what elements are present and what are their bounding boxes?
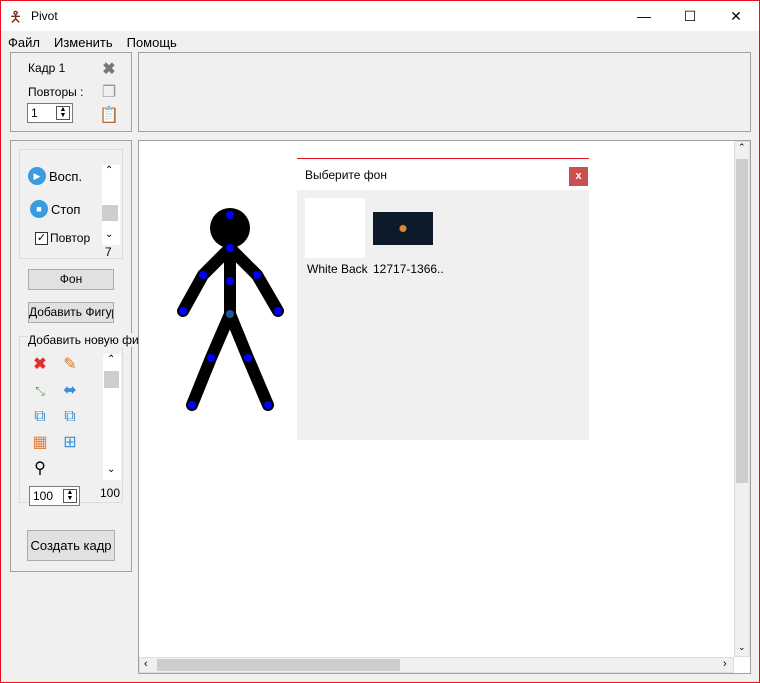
timeline-panel <box>138 52 751 132</box>
maximize-button[interactable]: ☐ <box>667 1 713 31</box>
dialog-close-button[interactable]: x <box>569 167 588 186</box>
scale-value: 100 <box>33 489 54 503</box>
scale-readout: 100 <box>100 486 121 500</box>
send-back-icon[interactable]: ⧉ <box>60 407 80 427</box>
horizontal-scrollbar[interactable]: ‹ › <box>139 657 734 673</box>
stop-icon[interactable]: ■ <box>30 200 48 218</box>
frame-label: Кадр 1 <box>28 61 66 75</box>
stepper-arrows-icon[interactable]: ▲ ▼ <box>63 489 77 503</box>
speed-value: 7 <box>105 245 112 259</box>
scale-stepper[interactable]: 100 ▲ ▼ <box>29 486 80 506</box>
chevron-right-icon[interactable]: › <box>723 658 727 670</box>
vertical-scrollbar[interactable]: ⌃ ⌄ <box>734 141 750 657</box>
frame-panel: Кадр 1 Повторы : 1 ▲ ▼ ✖ ❐ 📋 <box>10 52 132 132</box>
dialog-title: Выберите фон <box>305 168 387 182</box>
delete-frame-icon[interactable]: ✖ <box>99 60 119 80</box>
delete-figure-icon[interactable]: ✖ <box>30 355 50 375</box>
repeats-stepper[interactable]: 1 ▲ ▼ <box>27 103 73 123</box>
chevron-up-icon[interactable]: ⌃ <box>107 354 115 365</box>
background-button[interactable]: Фон <box>28 269 114 290</box>
bg-label-space[interactable]: 12717-1366.. <box>373 262 444 276</box>
menu-file[interactable]: Файл <box>8 35 40 50</box>
add-figure-button[interactable]: Добавить Фигуру <box>28 302 114 323</box>
chevron-down-icon[interactable]: ⌄ <box>738 642 746 653</box>
repeats-label: Повторы : <box>28 85 84 99</box>
loop-checkbox[interactable]: ✓ <box>35 232 48 245</box>
repeats-value: 1 <box>31 106 38 120</box>
play-icon[interactable]: ▶ <box>28 167 46 185</box>
title-bar: 🯅 Pivot — ☐ ✕ <box>1 1 759 31</box>
close-button[interactable]: ✕ <box>713 1 759 31</box>
chevron-down-icon[interactable]: ⌄ <box>105 229 113 240</box>
bg-thumb-space[interactable] <box>373 212 433 245</box>
stepper-arrows-icon[interactable]: ▲ ▼ <box>56 106 70 120</box>
scroll-thumb[interactable] <box>736 159 748 483</box>
shrink-icon[interactable]: ⤡ <box>30 381 50 401</box>
bg-thumb-white[interactable] <box>305 198 365 258</box>
add-joint-icon[interactable]: ⊞ <box>60 433 80 453</box>
speed-slider[interactable]: ⌃ ⌄ <box>102 165 120 245</box>
figure-group: Добавить новую фигуру ✖ ✎ ⤡ ⬌ ⧉ ⧉ ▦ ⊞ ⚲ … <box>19 333 138 506</box>
menu-bar: Файл Изменить Помощь <box>8 35 191 50</box>
bring-front-icon[interactable]: ⧉ <box>30 407 50 427</box>
loop-label: Повтор <box>50 231 91 245</box>
playback-group: ▶ Восп. ■ Стоп ✓ Повтор ⌃ ⌄ 7 <box>19 149 123 259</box>
app-icon: 🯅 <box>9 9 23 26</box>
scroll-thumb[interactable] <box>104 371 119 388</box>
window-title: Pivot <box>31 9 58 23</box>
figure-scrollbar[interactable]: ⌃ ⌄ <box>103 354 121 480</box>
stop-button[interactable]: Стоп <box>51 202 80 217</box>
copy-icon[interactable]: ❐ <box>99 83 119 103</box>
slider-thumb[interactable] <box>102 205 118 221</box>
create-frame-button[interactable]: Создать кадр <box>27 530 115 561</box>
paste-icon[interactable]: 📋 <box>99 106 119 126</box>
minimize-button[interactable]: — <box>621 1 667 31</box>
chevron-down-icon[interactable]: ⌄ <box>107 464 115 475</box>
edit-pencil-icon[interactable]: ✎ <box>60 355 80 375</box>
background-dialog: Выберите фон x White Back 12717-1366.. <box>297 158 589 440</box>
flip-icon[interactable]: ⬌ <box>60 381 80 401</box>
bg-label-white[interactable]: White Back <box>307 262 368 276</box>
scroll-thumb[interactable] <box>157 659 400 671</box>
dialog-header: Выберите фон x <box>297 159 589 190</box>
tools-panel: ▶ Восп. ■ Стоп ✓ Повтор ⌃ ⌄ 7 Фон Добави… <box>10 140 138 572</box>
color-palette-icon[interactable]: ▦ <box>30 433 50 453</box>
figure-group-label: Добавить новую фигуру <box>28 333 138 347</box>
chevron-up-icon[interactable]: ⌃ <box>738 142 746 153</box>
menu-help[interactable]: Помощь <box>127 35 177 50</box>
joint-tool-icon[interactable]: ⚲ <box>30 459 50 479</box>
chevron-left-icon[interactable]: ‹ <box>144 658 148 670</box>
play-button[interactable]: Восп. <box>49 169 82 184</box>
menu-edit[interactable]: Изменить <box>54 35 113 50</box>
chevron-up-icon[interactable]: ⌃ <box>105 165 113 176</box>
